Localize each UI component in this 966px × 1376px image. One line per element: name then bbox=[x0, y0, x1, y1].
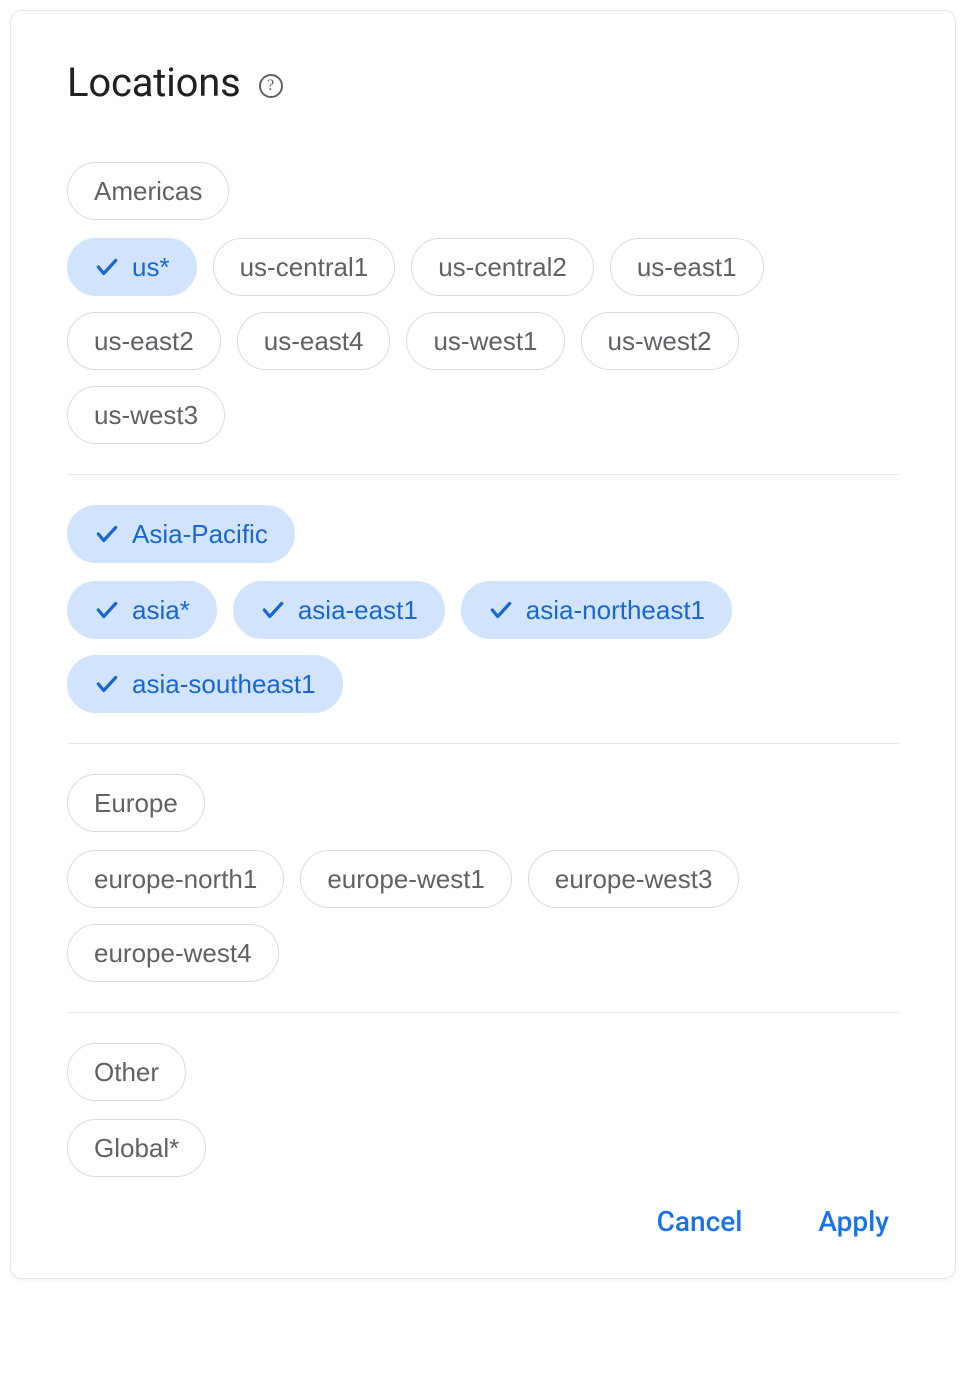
apply-button[interactable]: Apply bbox=[814, 1197, 893, 1246]
chip-americas-5[interactable]: us-east4 bbox=[237, 312, 391, 370]
chip-other-header[interactable]: Other bbox=[67, 1043, 186, 1101]
chip-americas-header[interactable]: Americas bbox=[67, 162, 229, 220]
chip-americas-4[interactable]: us-east2 bbox=[67, 312, 221, 370]
chip-label: us* bbox=[132, 252, 170, 283]
dialog-actions: Cancel Apply bbox=[67, 1197, 899, 1246]
region-group-europe: Europe europe-north1 europe-west1 europe-we… bbox=[67, 774, 899, 1013]
chip-label: us-east4 bbox=[264, 326, 364, 357]
chip-europe-header[interactable]: Europe bbox=[67, 774, 205, 832]
chip-label: europe-west4 bbox=[94, 938, 252, 969]
chip-americas-7[interactable]: us-west2 bbox=[581, 312, 739, 370]
chip-label: Global* bbox=[94, 1133, 179, 1164]
chip-label: us-central2 bbox=[438, 252, 567, 283]
region-group-asia-pacific: Asia-Pacific asia* asia-east1 asia-northeas… bbox=[67, 505, 899, 744]
chip-europe-2[interactable]: europe-west3 bbox=[528, 850, 740, 908]
chip-label: Other bbox=[94, 1057, 159, 1088]
check-icon bbox=[260, 597, 286, 623]
region-header-row: Europe bbox=[67, 774, 899, 832]
chip-asia-pacific-header[interactable]: Asia-Pacific bbox=[67, 505, 295, 563]
region-chip-row: Global* bbox=[67, 1119, 899, 1177]
chip-label: Americas bbox=[94, 176, 202, 207]
region-header-row: Americas bbox=[67, 162, 899, 220]
chip-label: europe-west1 bbox=[327, 864, 485, 895]
region-chip-row: asia* asia-east1 asia-northeast1 asia-south… bbox=[67, 581, 899, 713]
check-icon bbox=[94, 521, 120, 547]
check-icon bbox=[94, 597, 120, 623]
locations-panel: Locations ? Americas us* us-central1 us-cen… bbox=[10, 10, 956, 1279]
chip-asia-pacific-2[interactable]: asia-northeast1 bbox=[461, 581, 732, 639]
region-chip-row: europe-north1 europe-west1 europe-west3 eur… bbox=[67, 850, 899, 982]
chip-asia-pacific-0[interactable]: asia* bbox=[67, 581, 217, 639]
chip-other-0[interactable]: Global* bbox=[67, 1119, 206, 1177]
region-header-row: Asia-Pacific bbox=[67, 505, 899, 563]
chip-label: Asia-Pacific bbox=[132, 519, 268, 550]
chip-label: Europe bbox=[94, 788, 178, 819]
chip-label: us-west1 bbox=[433, 326, 537, 357]
help-icon[interactable]: ? bbox=[259, 74, 283, 98]
panel-title: Locations bbox=[67, 59, 241, 106]
chip-label: asia-southeast1 bbox=[132, 669, 316, 700]
panel-header: Locations ? bbox=[67, 59, 899, 106]
chip-americas-1[interactable]: us-central1 bbox=[213, 238, 396, 296]
check-icon bbox=[488, 597, 514, 623]
chip-americas-0[interactable]: us* bbox=[67, 238, 197, 296]
region-group-other: Other Global* bbox=[67, 1043, 899, 1185]
chip-label: asia-northeast1 bbox=[526, 595, 705, 626]
region-group-americas: Americas us* us-central1 us-central2 us-east… bbox=[67, 162, 899, 475]
check-icon bbox=[94, 671, 120, 697]
cancel-button[interactable]: Cancel bbox=[653, 1197, 747, 1246]
chip-americas-2[interactable]: us-central2 bbox=[411, 238, 594, 296]
chip-asia-pacific-1[interactable]: asia-east1 bbox=[233, 581, 445, 639]
chip-label: us-west3 bbox=[94, 400, 198, 431]
chip-asia-pacific-3[interactable]: asia-southeast1 bbox=[67, 655, 343, 713]
groups-container: Americas us* us-central1 us-central2 us-east… bbox=[67, 162, 899, 1185]
chip-americas-8[interactable]: us-west3 bbox=[67, 386, 225, 444]
region-chip-row: us* us-central1 us-central2 us-east1 us-east… bbox=[67, 238, 899, 444]
chip-europe-3[interactable]: europe-west4 bbox=[67, 924, 279, 982]
chip-label: us-central1 bbox=[240, 252, 369, 283]
chip-label: asia* bbox=[132, 595, 190, 626]
chip-americas-3[interactable]: us-east1 bbox=[610, 238, 764, 296]
chip-label: us-east2 bbox=[94, 326, 194, 357]
chip-label: us-west2 bbox=[608, 326, 712, 357]
chip-americas-6[interactable]: us-west1 bbox=[406, 312, 564, 370]
chip-europe-0[interactable]: europe-north1 bbox=[67, 850, 284, 908]
chip-label: asia-east1 bbox=[298, 595, 418, 626]
chip-label: europe-north1 bbox=[94, 864, 257, 895]
check-icon bbox=[94, 254, 120, 280]
chip-label: europe-west3 bbox=[555, 864, 713, 895]
region-header-row: Other bbox=[67, 1043, 899, 1101]
chip-label: us-east1 bbox=[637, 252, 737, 283]
chip-europe-1[interactable]: europe-west1 bbox=[300, 850, 512, 908]
